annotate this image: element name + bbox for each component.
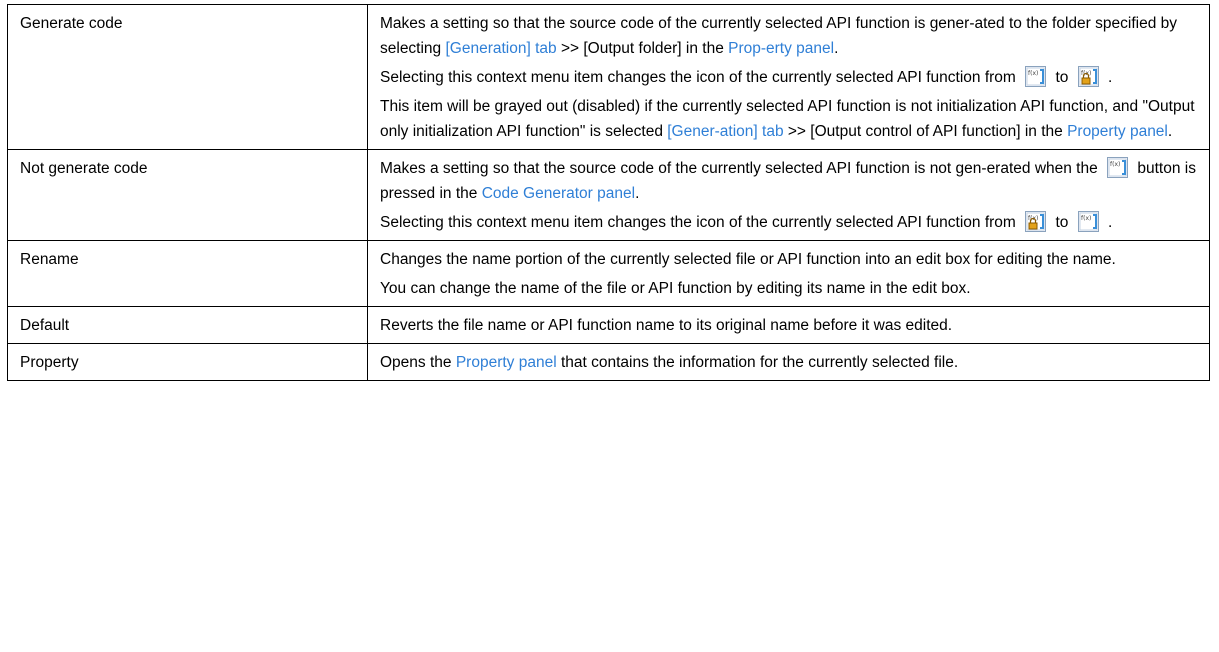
item-description-property: Opens the Property panel that contains t… bbox=[367, 343, 1210, 381]
description-paragraph: This item will be grayed out (disabled) … bbox=[380, 98, 1195, 140]
table-row-not-generate-code: Not generate code Makes a setting so tha… bbox=[7, 149, 1210, 241]
description-paragraph: Makes a setting so that the source code … bbox=[380, 15, 1177, 57]
api-function-locked-icon: f(x) bbox=[1077, 66, 1099, 87]
svg-text:f(x): f(x) bbox=[1028, 70, 1038, 77]
description-paragraph: Selecting this context menu item changes… bbox=[380, 210, 1199, 235]
property-panel-link[interactable]: Property panel bbox=[1067, 123, 1168, 140]
api-function-locked-icon: f(x) bbox=[1025, 211, 1047, 232]
item-name-rename: Rename bbox=[7, 240, 368, 307]
item-name-not-generate-code: Not generate code bbox=[7, 149, 368, 241]
table-row-generate-code: Generate code Makes a setting so that th… bbox=[7, 4, 1210, 150]
item-name-default: Default bbox=[7, 306, 368, 344]
item-name-property: Property bbox=[7, 343, 368, 381]
generation-tab-link[interactable]: [Generation] tab bbox=[445, 40, 556, 57]
item-description-default: Reverts the file name or API function na… bbox=[367, 306, 1210, 344]
description-paragraph: Makes a setting so that the source code … bbox=[380, 156, 1199, 206]
description-paragraph: Reverts the file name or API function na… bbox=[380, 317, 953, 334]
item-name-generate-code: Generate code bbox=[7, 4, 368, 150]
svg-text:f(x): f(x) bbox=[1110, 161, 1120, 168]
svg-text:f(x): f(x) bbox=[1081, 215, 1091, 222]
item-description-not-generate-code: Makes a setting so that the source code … bbox=[367, 149, 1210, 241]
code-generator-panel-link[interactable]: Code Generator panel bbox=[482, 185, 635, 202]
generation-tab-link[interactable]: [Gener-ation] tab bbox=[667, 123, 783, 140]
table-row-rename: Rename Changes the name portion of the c… bbox=[7, 240, 1210, 307]
item-description-rename: Changes the name portion of the currentl… bbox=[367, 240, 1210, 307]
description-paragraph: Changes the name portion of the currentl… bbox=[380, 251, 1116, 268]
description-paragraph: You can change the name of the file or A… bbox=[380, 280, 971, 297]
description-paragraph: Selecting this context menu item changes… bbox=[380, 65, 1199, 90]
api-function-icon: f(x) bbox=[1077, 211, 1099, 232]
table-row-property: Property Opens the Property panel that c… bbox=[7, 343, 1210, 381]
description-paragraph: Opens the Property panel that contains t… bbox=[380, 354, 959, 371]
property-panel-link[interactable]: Property panel bbox=[456, 354, 557, 371]
table-row-default: Default Reverts the file name or API fun… bbox=[7, 306, 1210, 344]
item-description-generate-code: Makes a setting so that the source code … bbox=[367, 4, 1210, 150]
api-function-icon: f(x) bbox=[1025, 66, 1047, 87]
context-menu-table: Generate code Makes a setting so that th… bbox=[7, 4, 1210, 381]
generate-code-button-icon: f(x) bbox=[1107, 157, 1129, 178]
property-panel-link[interactable]: Prop-erty panel bbox=[728, 40, 834, 57]
